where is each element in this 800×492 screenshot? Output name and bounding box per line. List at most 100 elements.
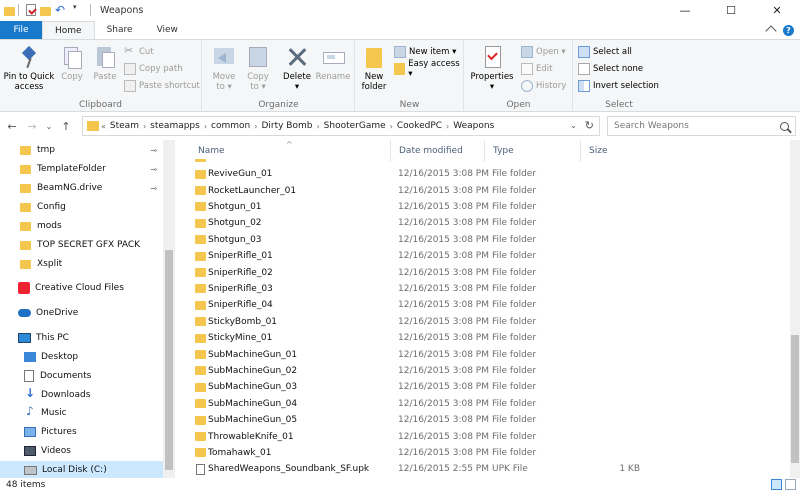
sidebar-item-beamng[interactable]: BeamNG.drive ⊸: [20, 179, 163, 197]
copy-button[interactable]: Copy: [58, 44, 86, 82]
sidebar-item-tmp[interactable]: tmp ⊸: [20, 141, 163, 159]
sidebar-item-local-disk[interactable]: Local Disk (C:): [0, 461, 163, 478]
select-none-button[interactable]: Select none: [578, 61, 643, 77]
help-icon[interactable]: ?: [783, 25, 794, 36]
table-row[interactable]: RocketLauncher_01 12/16/2015 3:08 PM File …: [190, 182, 790, 198]
breadcrumb-common[interactable]: common: [211, 121, 250, 131]
table-row[interactable]: SubMachineGun_01 12/16/2015 3:08 PM File f…: [190, 346, 790, 362]
recent-locations-button[interactable]: ⌄: [44, 118, 54, 134]
breadcrumb-overflow[interactable]: «: [101, 122, 106, 131]
breadcrumb-separator[interactable]: ›: [204, 122, 207, 131]
sidebar-item-config[interactable]: Config: [20, 198, 163, 216]
address-bar[interactable]: « Steam › steamapps › common › Dirty Bom…: [82, 116, 600, 136]
sidebar-item-desktop[interactable]: Desktop: [24, 348, 163, 366]
sidebar-item-creative-cloud[interactable]: Creative Cloud Files: [18, 279, 163, 297]
properties-quick-icon[interactable]: [26, 4, 36, 16]
table-row[interactable]: SubMachineGun_05 12/16/2015 3:08 PM File f…: [190, 412, 790, 428]
search-box[interactable]: Search Weapons: [607, 116, 796, 136]
pin-icon[interactable]: ⊸: [150, 184, 157, 193]
paste-shortcut-button[interactable]: Paste shortcut: [124, 78, 200, 94]
properties-button[interactable]: Properties ▾: [469, 44, 515, 92]
breadcrumb-separator[interactable]: ›: [316, 122, 319, 131]
column-type[interactable]: Type: [484, 140, 580, 162]
minimize-button[interactable]: —: [662, 0, 708, 20]
sidebar-item-downloads[interactable]: Downloads: [24, 386, 163, 404]
paste-button[interactable]: Paste: [90, 44, 120, 82]
table-row[interactable]: ThrowableKnife_01 12/16/2015 3:08 PM File …: [190, 428, 790, 444]
invert-selection-button[interactable]: Invert selection: [578, 78, 659, 94]
table-row[interactable]: SniperRifle_04 12/16/2015 3:08 PM File fol…: [190, 297, 790, 313]
breadcrumb-steamapps[interactable]: steamapps: [150, 121, 200, 131]
address-dropdown-button[interactable]: ⌄: [570, 121, 577, 130]
undo-icon[interactable]: ↶: [55, 3, 69, 17]
tab-view[interactable]: View: [145, 21, 190, 39]
new-folder-quick-icon[interactable]: [40, 6, 51, 16]
new-folder-button[interactable]: New folder: [358, 44, 390, 92]
table-row[interactable]: SubMachineGun_02 12/16/2015 3:08 PM File f…: [190, 363, 790, 379]
column-name[interactable]: Name: [190, 140, 390, 162]
navigation-pane-scroll-thumb[interactable]: [165, 250, 173, 470]
file-list-scroll-thumb[interactable]: [791, 335, 799, 463]
table-row[interactable]: SniperRifle_01 12/16/2015 3:08 PM File fol…: [190, 248, 790, 264]
sidebar-item-xsplit[interactable]: Xsplit: [20, 255, 163, 273]
easy-access-button[interactable]: Easy access ▾: [394, 59, 463, 79]
up-button[interactable]: ↑: [58, 118, 74, 134]
forward-button[interactable]: →: [24, 118, 40, 134]
sidebar-item-videos[interactable]: Videos: [24, 442, 163, 460]
edit-button[interactable]: Edit: [521, 61, 552, 77]
breadcrumb-separator[interactable]: ›: [143, 122, 146, 131]
table-row[interactable]: SniperRifle_03 12/16/2015 3:08 PM File fol…: [190, 281, 790, 297]
search-icon[interactable]: [780, 121, 789, 131]
sidebar-item-templatefolder[interactable]: TemplateFolder ⊸: [20, 160, 163, 178]
pin-icon[interactable]: ⊸: [150, 146, 157, 155]
breadcrumb-separator[interactable]: ›: [254, 122, 257, 131]
back-button[interactable]: ←: [4, 118, 20, 134]
tab-home[interactable]: Home: [42, 21, 95, 39]
table-row[interactable]: ReviveGun_01 12/16/2015 3:08 PM File folde…: [190, 166, 790, 182]
delete-button[interactable]: Delete ▾: [281, 44, 313, 92]
details-view-icon[interactable]: [771, 479, 782, 490]
copy-path-button[interactable]: Copy path: [124, 61, 183, 77]
table-row[interactable]: StickyMine_01 12/16/2015 3:08 PM File fold…: [190, 330, 790, 346]
sidebar-item-documents[interactable]: Documents: [24, 367, 163, 385]
table-row[interactable]: SharedWeapons_Soundbank_SF.upk 12/16/2015…: [190, 461, 790, 477]
table-row[interactable]: SniperRifle_02 12/16/2015 3:08 PM File fol…: [190, 264, 790, 280]
copy-to-button[interactable]: Copy to ▾: [243, 44, 273, 92]
sidebar-item-top-secret-gfx-pack[interactable]: TOP SECRET GFX PACK: [20, 236, 163, 254]
table-row[interactable]: StickyBomb_01 12/16/2015 3:08 PM File fold…: [190, 314, 790, 330]
breadcrumb-separator[interactable]: ›: [390, 122, 393, 131]
pin-icon[interactable]: ⊸: [150, 165, 157, 174]
rename-button[interactable]: Rename: [315, 44, 351, 82]
table-row[interactable]: Shotgun_02 12/16/2015 3:08 PM File folder: [190, 215, 790, 231]
breadcrumb-separator[interactable]: ›: [446, 122, 449, 131]
breadcrumb-cookedpc[interactable]: CookedPC: [397, 121, 442, 131]
customize-toolbar-icon[interactable]: ▾: [73, 3, 87, 17]
column-size[interactable]: Size: [580, 140, 660, 162]
maximize-button[interactable]: ☐: [708, 0, 754, 20]
sidebar-item-mods[interactable]: mods: [20, 217, 163, 235]
refresh-button[interactable]: ↻: [585, 119, 594, 132]
table-row[interactable]: Shotgun_03 12/16/2015 3:08 PM File folder: [190, 232, 790, 248]
open-button[interactable]: Open ▾: [521, 44, 566, 60]
collapse-ribbon-icon[interactable]: [765, 25, 777, 37]
new-item-button[interactable]: New item ▾: [394, 44, 456, 60]
close-button[interactable]: ✕: [754, 0, 800, 20]
history-button[interactable]: History: [521, 78, 566, 94]
tab-file[interactable]: File: [0, 21, 42, 39]
sidebar-item-music[interactable]: Music: [24, 404, 163, 422]
table-row[interactable]: Tomahawk_01 12/16/2015 3:08 PM File folder: [190, 445, 790, 461]
breadcrumb-dirty-bomb[interactable]: Dirty Bomb: [261, 121, 312, 131]
sidebar-item-pictures[interactable]: Pictures: [24, 423, 163, 441]
cut-button[interactable]: Cut: [124, 44, 154, 60]
column-date-modified[interactable]: Date modified: [390, 140, 484, 162]
breadcrumb-weapons[interactable]: Weapons: [453, 121, 494, 131]
sidebar-item-this-pc[interactable]: This PC: [18, 329, 163, 347]
select-all-button[interactable]: Select all: [578, 44, 632, 60]
breadcrumb-shootergame[interactable]: ShooterGame: [324, 121, 386, 131]
move-to-button[interactable]: Move to ▾: [209, 44, 239, 92]
tab-share[interactable]: Share: [95, 21, 145, 39]
pin-to-quick-access-button[interactable]: Pin to Quick access: [2, 44, 56, 92]
table-row[interactable]: SubMachineGun_03 12/16/2015 3:08 PM File f…: [190, 379, 790, 395]
sidebar-item-onedrive[interactable]: OneDrive: [18, 304, 163, 322]
table-row[interactable]: SubMachineGun_04 12/16/2015 3:08 PM File f…: [190, 396, 790, 412]
